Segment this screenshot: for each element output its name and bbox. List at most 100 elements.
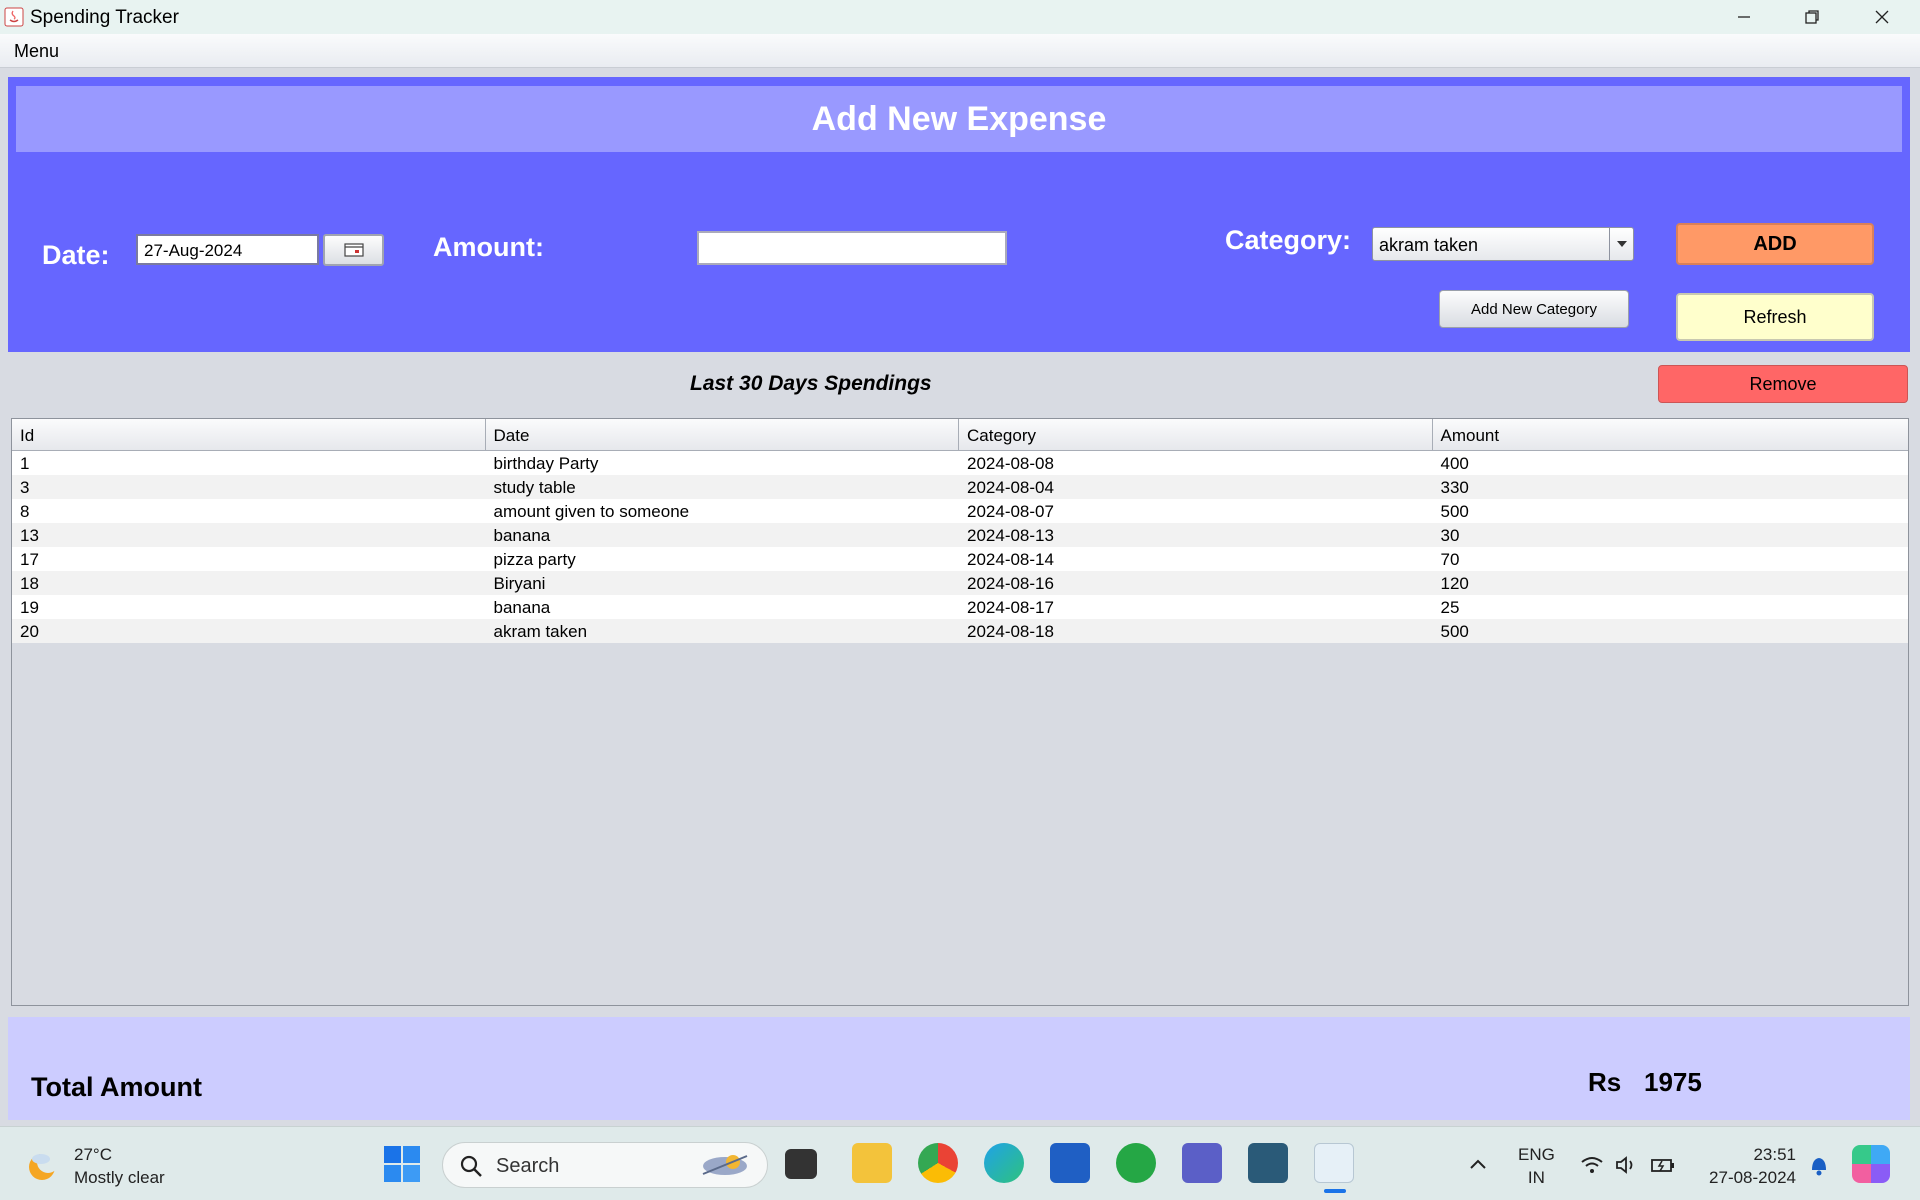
teams-icon[interactable] bbox=[1182, 1143, 1222, 1183]
store-icon[interactable] bbox=[1050, 1143, 1090, 1183]
file-explorer-icon[interactable] bbox=[852, 1143, 892, 1183]
cell-amount: 330 bbox=[1440, 478, 1469, 497]
cell-category: 2024-08-14 bbox=[967, 550, 1054, 569]
total-amount-value: 1975 bbox=[1644, 1067, 1702, 1097]
cell-date: akram taken bbox=[493, 622, 588, 641]
weather-widget[interactable]: 27°C Mostly clear bbox=[24, 1143, 165, 1189]
task-view-icon[interactable] bbox=[785, 1149, 817, 1179]
moon-cloud-icon bbox=[29, 1151, 59, 1180]
restore-button[interactable] bbox=[1778, 0, 1846, 34]
dropdown-arrow-icon[interactable] bbox=[1609, 228, 1633, 260]
cell-amount: 25 bbox=[1440, 598, 1460, 617]
mysql-workbench-icon[interactable] bbox=[1248, 1143, 1288, 1183]
remove-button[interactable]: Remove bbox=[1658, 365, 1908, 403]
cell-category: 2024-08-18 bbox=[967, 622, 1054, 641]
search-icon bbox=[460, 1155, 482, 1177]
refresh-button[interactable]: Refresh bbox=[1676, 293, 1874, 341]
language-code: ENG bbox=[1518, 1145, 1555, 1164]
wifi-icon[interactable] bbox=[1580, 1155, 1604, 1175]
cell-amount: 120 bbox=[1440, 574, 1469, 593]
edge-icon[interactable] bbox=[984, 1143, 1024, 1183]
menu-bar: Menu bbox=[0, 34, 1920, 68]
category-selected-value: akram taken bbox=[1379, 235, 1479, 255]
cell-id: 19 bbox=[20, 598, 39, 617]
table-row[interactable]: 20 akram taken 2024-08-18 500 bbox=[12, 619, 1908, 643]
windows-logo-icon bbox=[384, 1146, 420, 1182]
cell-date: pizza party bbox=[493, 550, 576, 569]
table-row[interactable]: 13 banana 2024-08-13 30 bbox=[12, 523, 1908, 547]
cell-id: 20 bbox=[20, 622, 39, 641]
table-row[interactable]: 18 Biryani 2024-08-16 120 bbox=[12, 571, 1908, 595]
cell-date: birthday Party bbox=[493, 454, 599, 473]
start-button[interactable] bbox=[383, 1145, 421, 1188]
menu-item-menu[interactable]: Menu bbox=[14, 41, 59, 62]
cell-category: 2024-08-07 bbox=[967, 502, 1054, 521]
cell-amount: 400 bbox=[1440, 454, 1469, 473]
minimize-button[interactable] bbox=[1710, 0, 1778, 34]
volume-icon[interactable] bbox=[1615, 1155, 1639, 1175]
table-row[interactable]: 19 banana 2024-08-17 25 bbox=[12, 595, 1908, 619]
cell-id: 13 bbox=[20, 526, 39, 545]
cell-category: 2024-08-08 bbox=[967, 454, 1054, 473]
java-app-taskbar-icon[interactable] bbox=[1314, 1143, 1354, 1183]
table-row[interactable]: 8 amount given to someone 2024-08-07 500 bbox=[12, 499, 1908, 523]
cell-date: amount given to someone bbox=[493, 502, 690, 521]
clock-date: 27-08-2024 bbox=[1709, 1168, 1796, 1187]
date-field[interactable]: 27-Aug-2024 bbox=[136, 234, 319, 265]
add-new-category-button[interactable]: Add New Category bbox=[1439, 290, 1629, 328]
table-row[interactable]: 1 birthday Party 2024-08-08 400 bbox=[12, 451, 1908, 475]
cell-date: study table bbox=[493, 478, 576, 497]
amount-field[interactable] bbox=[697, 231, 1007, 265]
whatsapp-icon[interactable] bbox=[1116, 1143, 1156, 1183]
cell-id: 17 bbox=[20, 550, 39, 569]
form-header: Add New Expense bbox=[16, 86, 1902, 152]
chrome-icon[interactable] bbox=[918, 1143, 958, 1183]
weather-temperature: 27°C bbox=[74, 1145, 112, 1164]
column-header-amount[interactable]: Amount bbox=[1433, 419, 1909, 450]
spendings-table: Id Date Category Amount 1 birthday Party… bbox=[11, 418, 1909, 1006]
notification-bell-icon[interactable] bbox=[1808, 1153, 1830, 1177]
battery-icon[interactable] bbox=[1650, 1155, 1676, 1175]
cell-category: 2024-08-17 bbox=[967, 598, 1054, 617]
cell-category: 2024-08-16 bbox=[967, 574, 1054, 593]
language-indicator[interactable]: ENG IN bbox=[1518, 1143, 1555, 1189]
title-bar: Spending Tracker bbox=[0, 0, 1920, 34]
weather-description: Mostly clear bbox=[74, 1168, 165, 1187]
table-row[interactable]: 17 pizza party 2024-08-14 70 bbox=[12, 547, 1908, 571]
cell-date: banana bbox=[493, 598, 551, 617]
close-button[interactable] bbox=[1848, 0, 1916, 34]
date-label: Date: bbox=[42, 240, 110, 270]
category-select[interactable]: akram taken bbox=[1372, 227, 1634, 261]
column-header-date[interactable]: Date bbox=[486, 419, 959, 450]
system-clock[interactable]: 23:51 27-08-2024 bbox=[1700, 1143, 1796, 1189]
taskbar: 27°C Mostly clear Search ENG IN 23:51 27… bbox=[0, 1126, 1920, 1200]
form-heading: Add New Expense bbox=[811, 99, 1107, 138]
column-header-id[interactable]: Id bbox=[12, 419, 486, 450]
window-title: Spending Tracker bbox=[30, 7, 179, 28]
cell-amount: 30 bbox=[1440, 526, 1460, 545]
cell-id: 18 bbox=[20, 574, 39, 593]
copilot-icon[interactable] bbox=[1852, 1145, 1890, 1183]
taskbar-search[interactable]: Search bbox=[442, 1142, 768, 1188]
region-code: IN bbox=[1527, 1168, 1545, 1187]
restore-icon bbox=[1805, 10, 1819, 24]
cell-id: 1 bbox=[20, 454, 30, 473]
close-icon bbox=[1875, 10, 1889, 24]
search-label: Search bbox=[496, 1155, 560, 1177]
total-panel: Total Amount Rs 1975 bbox=[8, 1017, 1910, 1120]
column-header-category[interactable]: Category bbox=[959, 419, 1433, 450]
chevron-up-icon[interactable] bbox=[1468, 1157, 1488, 1171]
cell-amount: 500 bbox=[1440, 622, 1469, 641]
clock-time: 23:51 bbox=[1753, 1145, 1796, 1164]
add-button[interactable]: ADD bbox=[1676, 223, 1874, 265]
cell-date: banana bbox=[493, 526, 551, 545]
add-expense-panel: Add New Expense Date: 27-Aug-2024 Amount… bbox=[8, 77, 1910, 352]
currency-prefix: Rs bbox=[1588, 1067, 1622, 1097]
java-app-icon bbox=[4, 7, 24, 27]
table-row[interactable]: 3 study table 2024-08-04 330 bbox=[12, 475, 1908, 499]
calendar-icon bbox=[343, 243, 364, 257]
active-app-indicator bbox=[1324, 1189, 1346, 1193]
cell-amount: 500 bbox=[1440, 502, 1469, 521]
amount-label: Amount: bbox=[433, 232, 544, 262]
date-picker-button[interactable] bbox=[323, 234, 384, 266]
